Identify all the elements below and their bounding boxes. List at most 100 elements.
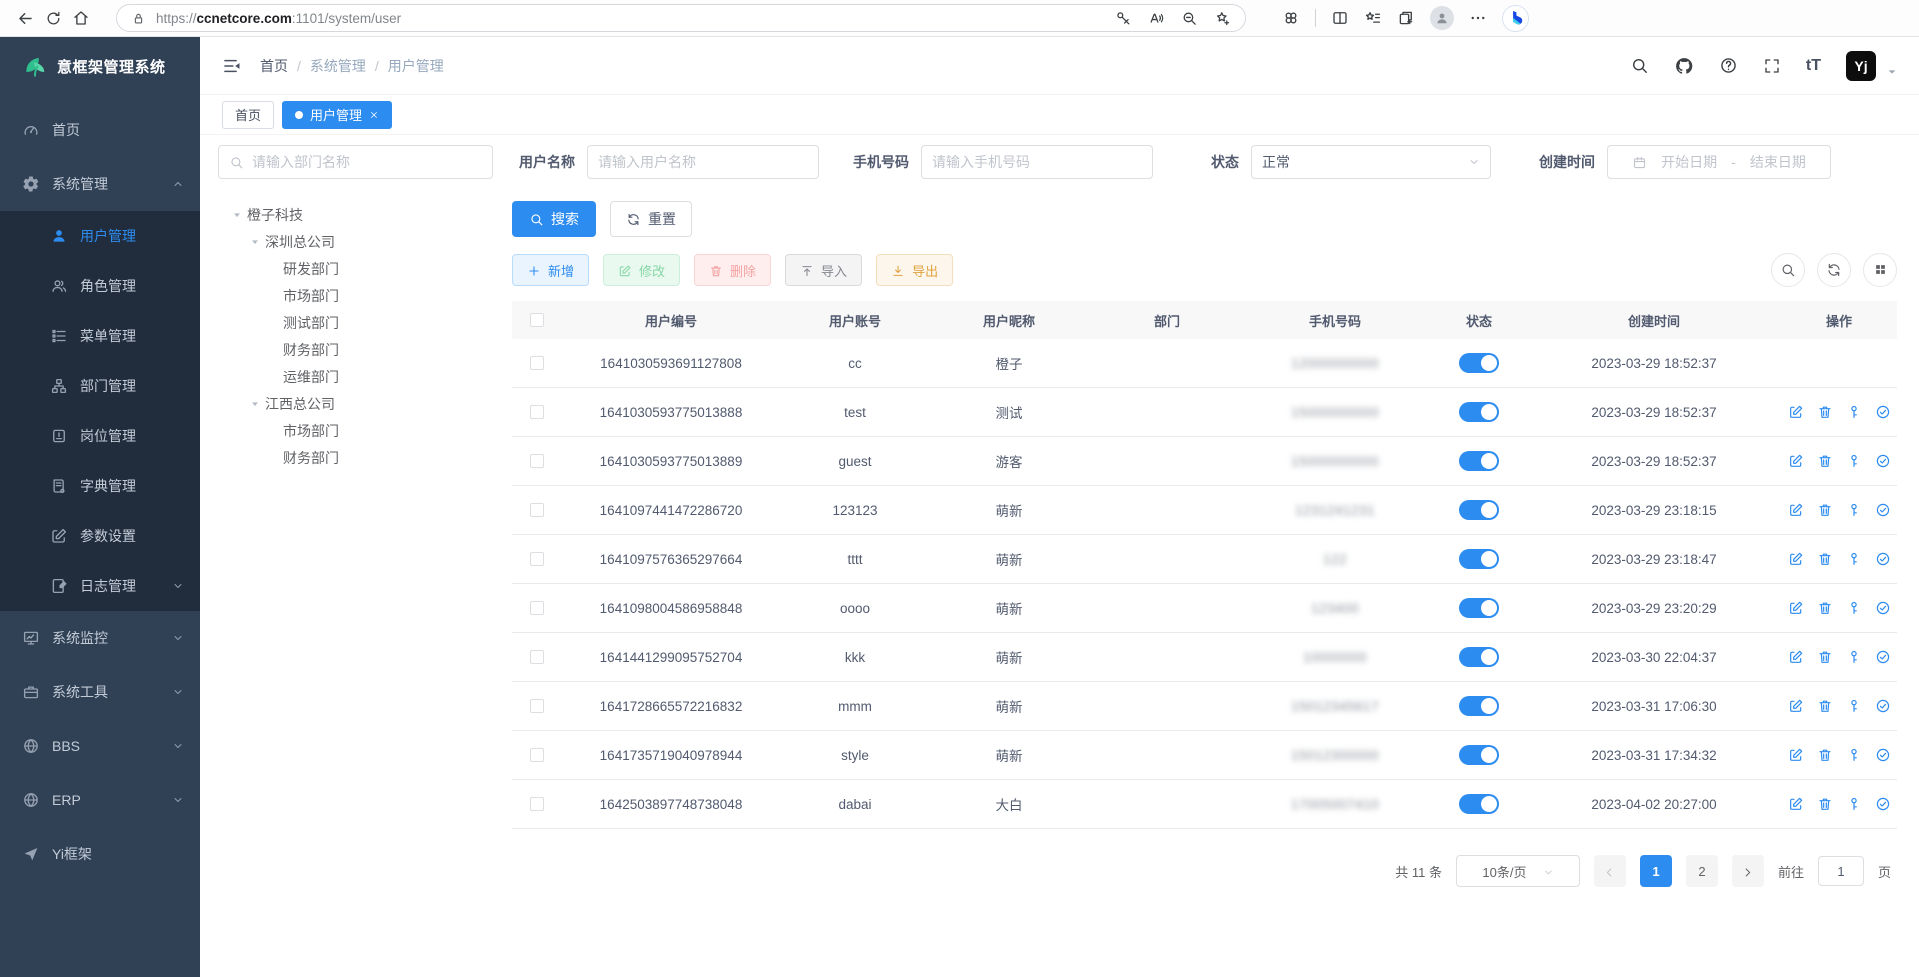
- font-size-icon[interactable]: tT: [1806, 57, 1821, 75]
- sidebar-item-log-mgmt[interactable]: 日志管理: [0, 561, 200, 611]
- delete-icon[interactable]: [1817, 747, 1833, 763]
- sidebar-item-tools[interactable]: 系统工具: [0, 665, 200, 719]
- sidebar-item-post-mgmt[interactable]: 岗位管理: [0, 411, 200, 461]
- phone-input[interactable]: [921, 145, 1153, 179]
- url-text[interactable]: https://ccnetcore.com:1101/system/user: [156, 11, 401, 26]
- sidebar-item-bbs[interactable]: BBS: [0, 719, 200, 773]
- status-toggle[interactable]: [1459, 598, 1499, 618]
- sidebar-item-menu-mgmt[interactable]: 菜单管理: [0, 311, 200, 361]
- edit-icon[interactable]: [1788, 453, 1804, 469]
- extensions-icon[interactable]: [1282, 9, 1300, 27]
- reload-icon[interactable]: [45, 10, 62, 27]
- home-icon[interactable]: [72, 9, 90, 27]
- status-toggle[interactable]: [1459, 647, 1499, 667]
- back-icon[interactable]: [16, 9, 35, 28]
- row-checkbox[interactable]: [530, 748, 544, 762]
- status-toggle[interactable]: [1459, 451, 1499, 471]
- authorize-icon[interactable]: [1875, 453, 1891, 469]
- sidebar-item-dept-mgmt[interactable]: 部门管理: [0, 361, 200, 411]
- search-icon[interactable]: [1630, 56, 1649, 75]
- edit-icon[interactable]: [1788, 796, 1804, 812]
- tree-node[interactable]: 深圳总公司: [218, 228, 500, 255]
- row-checkbox[interactable]: [530, 503, 544, 517]
- page-size-select[interactable]: 10条/页: [1456, 855, 1580, 887]
- tree-node[interactable]: 市场部门: [218, 282, 500, 309]
- status-toggle[interactable]: [1459, 402, 1499, 422]
- table-refresh-button[interactable]: [1817, 253, 1851, 287]
- status-select[interactable]: 正常: [1251, 145, 1491, 179]
- row-checkbox[interactable]: [530, 552, 544, 566]
- table-columns-button[interactable]: [1863, 253, 1897, 287]
- row-checkbox[interactable]: [530, 454, 544, 468]
- delete-icon[interactable]: [1817, 649, 1833, 665]
- sidebar-item-param-settings[interactable]: 参数设置: [0, 511, 200, 561]
- reset-password-icon[interactable]: [1846, 453, 1862, 469]
- status-toggle[interactable]: [1459, 549, 1499, 569]
- tree-node[interactable]: 财务部门: [218, 336, 500, 363]
- address-bar[interactable]: https://ccnetcore.com:1101/system/user: [116, 4, 1246, 32]
- delete-icon[interactable]: [1817, 551, 1833, 567]
- reset-password-icon[interactable]: [1846, 600, 1862, 616]
- dept-search-input[interactable]: [218, 145, 493, 179]
- search-button[interactable]: 搜索: [512, 201, 596, 237]
- copilot-icon[interactable]: [1502, 5, 1529, 32]
- reset-password-icon[interactable]: [1846, 747, 1862, 763]
- status-toggle[interactable]: [1459, 745, 1499, 765]
- tab-item[interactable]: 首页: [222, 101, 274, 129]
- row-checkbox[interactable]: [530, 356, 544, 370]
- avatar-caret-icon[interactable]: [1887, 67, 1897, 77]
- status-toggle[interactable]: [1459, 500, 1499, 520]
- date-range-picker[interactable]: 开始日期 - 结束日期: [1607, 145, 1831, 179]
- sidebar-item-monitor[interactable]: 系统监控: [0, 611, 200, 665]
- page-button-2[interactable]: 2: [1686, 855, 1718, 887]
- row-checkbox[interactable]: [530, 650, 544, 664]
- authorize-icon[interactable]: [1875, 502, 1891, 518]
- authorize-icon[interactable]: [1875, 796, 1891, 812]
- breadcrumb-item[interactable]: 首页: [260, 56, 288, 76]
- sidebar-item-home[interactable]: 首页: [0, 103, 200, 157]
- username-field[interactable]: [598, 154, 808, 170]
- prev-page-button[interactable]: [1594, 855, 1626, 887]
- tree-node[interactable]: 市场部门: [218, 417, 500, 444]
- breadcrumb-item[interactable]: 用户管理: [388, 56, 444, 76]
- breadcrumb-item[interactable]: 系统管理: [310, 56, 366, 76]
- collapse-sidebar-icon[interactable]: [222, 56, 242, 76]
- tree-node[interactable]: 江西总公司: [218, 390, 500, 417]
- page-button-1[interactable]: 1: [1640, 855, 1672, 887]
- username-input[interactable]: [587, 145, 819, 179]
- status-toggle[interactable]: [1459, 794, 1499, 814]
- favorites-bar-icon[interactable]: [1364, 9, 1382, 27]
- tree-node[interactable]: 橙子科技: [218, 201, 500, 228]
- delete-button[interactable]: 删除: [694, 254, 771, 286]
- profile-avatar[interactable]: [1430, 6, 1454, 30]
- reset-password-icon[interactable]: [1846, 649, 1862, 665]
- github-icon[interactable]: [1674, 56, 1694, 76]
- delete-icon[interactable]: [1817, 698, 1833, 714]
- import-button[interactable]: 导入: [785, 254, 862, 286]
- add-button[interactable]: 新增: [512, 254, 589, 286]
- tab-active[interactable]: 用户管理: [282, 101, 392, 129]
- tree-expand-icon[interactable]: [250, 237, 260, 247]
- sidebar-item-yi-framework[interactable]: Yi框架: [0, 827, 200, 881]
- select-all-checkbox[interactable]: [530, 313, 544, 327]
- tree-node[interactable]: 运维部门: [218, 363, 500, 390]
- favorites-add-icon[interactable]: [1214, 10, 1231, 27]
- reset-password-icon[interactable]: [1846, 796, 1862, 812]
- close-icon[interactable]: [369, 110, 379, 120]
- row-checkbox[interactable]: [530, 699, 544, 713]
- export-button[interactable]: 导出: [876, 254, 953, 286]
- sidebar-item-erp[interactable]: ERP: [0, 773, 200, 827]
- next-page-button[interactable]: [1732, 855, 1764, 887]
- sidebar-item-role-mgmt[interactable]: 角色管理: [0, 261, 200, 311]
- status-toggle[interactable]: [1459, 353, 1499, 373]
- collections-icon[interactable]: [1397, 9, 1415, 27]
- edit-button[interactable]: 修改: [603, 254, 680, 286]
- reset-password-icon[interactable]: [1846, 698, 1862, 714]
- delete-icon[interactable]: [1817, 600, 1833, 616]
- row-checkbox[interactable]: [530, 601, 544, 615]
- tree-node[interactable]: 测试部门: [218, 309, 500, 336]
- reset-button[interactable]: 重置: [610, 201, 692, 237]
- row-checkbox[interactable]: [530, 797, 544, 811]
- sidebar-item-system[interactable]: 系统管理: [0, 157, 200, 211]
- row-checkbox[interactable]: [530, 405, 544, 419]
